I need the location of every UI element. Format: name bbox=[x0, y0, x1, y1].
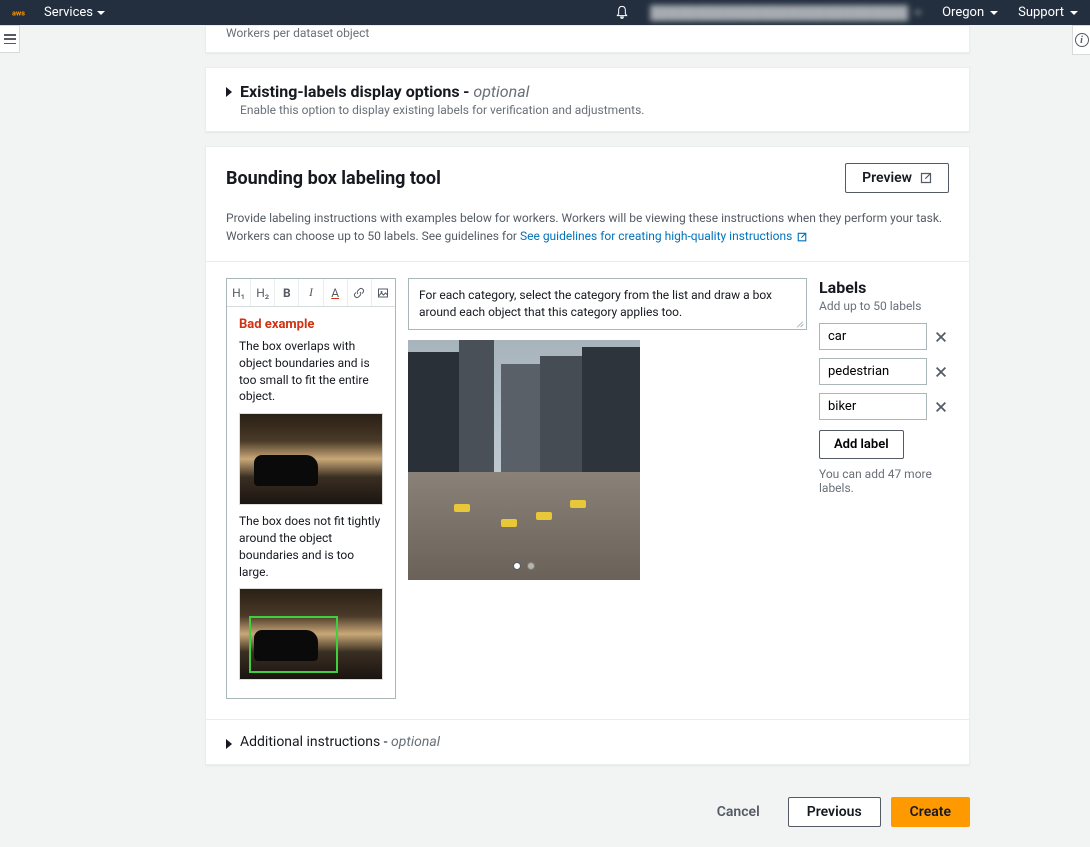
existing-labels-sub: Enable this option to display existing l… bbox=[240, 103, 644, 117]
previous-button[interactable]: Previous bbox=[788, 797, 881, 827]
svg-text:aws: aws bbox=[12, 8, 25, 17]
toolbar-italic[interactable]: I bbox=[299, 279, 323, 306]
label-input-2[interactable] bbox=[819, 358, 927, 385]
toolbar-link[interactable] bbox=[348, 279, 372, 306]
bad-example-text-1: The box overlaps with object boundaries … bbox=[239, 338, 383, 405]
labels-column: Labels Add up to 50 labels bbox=[819, 278, 949, 699]
remove-label-button[interactable] bbox=[933, 364, 949, 380]
labels-title: Labels bbox=[819, 278, 949, 297]
bbox-description: Provide labeling instructions with examp… bbox=[206, 209, 969, 261]
resize-handle[interactable] bbox=[794, 317, 804, 327]
examples-editor: H₁ H₂ B I A Bad example bbox=[226, 278, 396, 699]
link-icon bbox=[353, 287, 365, 299]
services-dropdown[interactable]: Services bbox=[44, 5, 105, 20]
label-row bbox=[819, 323, 949, 350]
label-row bbox=[819, 393, 949, 420]
add-label-button[interactable]: Add label bbox=[819, 430, 904, 459]
image-icon bbox=[377, 287, 389, 299]
example-image-1 bbox=[239, 413, 383, 505]
guidelines-link[interactable]: See guidelines for creating high-quality… bbox=[520, 229, 807, 243]
toolbar-color[interactable]: A bbox=[324, 279, 348, 306]
close-icon bbox=[934, 330, 948, 344]
close-icon bbox=[934, 400, 948, 414]
editor-toolbar: H₁ H₂ B I A bbox=[227, 279, 395, 307]
sidebar-toggle[interactable] bbox=[0, 25, 20, 53]
toolbar-bold[interactable]: B bbox=[275, 279, 299, 306]
example-image-2 bbox=[239, 588, 383, 680]
bell-icon[interactable] bbox=[614, 5, 630, 21]
existing-labels-panel: Existing-labels display options - option… bbox=[205, 67, 970, 132]
preview-label: Preview bbox=[862, 170, 912, 186]
external-link-icon bbox=[797, 232, 807, 242]
caret-down-icon bbox=[914, 11, 922, 15]
expand-caret-icon[interactable] bbox=[226, 739, 232, 749]
footer-actions: Cancel Previous Create bbox=[205, 785, 970, 847]
label-row bbox=[819, 358, 949, 385]
account-dropdown[interactable]: ████████████████████████████ bbox=[650, 5, 922, 21]
preview-image[interactable] bbox=[408, 340, 640, 580]
toolbar-h2[interactable]: H₂ bbox=[251, 279, 275, 306]
caret-down-icon bbox=[97, 11, 105, 15]
bad-example-heading: Bad example bbox=[239, 317, 383, 332]
caret-down-icon bbox=[1070, 11, 1078, 15]
create-button[interactable]: Create bbox=[891, 797, 970, 827]
additional-instructions-title: Additional instructions - optional bbox=[240, 734, 440, 750]
carousel-dot-2[interactable] bbox=[527, 562, 535, 570]
close-icon bbox=[934, 365, 948, 379]
aws-logo-icon: aws bbox=[12, 5, 28, 21]
account-label: ████████████████████████████ bbox=[650, 5, 908, 21]
remove-label-button[interactable] bbox=[933, 399, 949, 415]
labels-subtitle: Add up to 50 labels bbox=[819, 299, 949, 313]
carousel-dots bbox=[513, 562, 535, 570]
preview-button[interactable]: Preview bbox=[845, 163, 949, 193]
expand-caret-icon[interactable] bbox=[226, 87, 232, 97]
cancel-button[interactable]: Cancel bbox=[699, 797, 778, 827]
info-icon: i bbox=[1075, 33, 1089, 47]
label-input-1[interactable] bbox=[819, 323, 927, 350]
label-input-3[interactable] bbox=[819, 393, 927, 420]
carousel-dot-1[interactable] bbox=[513, 562, 521, 570]
bbox-title: Bounding box labeling tool bbox=[226, 168, 441, 189]
workers-panel-tail: Workers per dataset object bbox=[205, 25, 970, 53]
bad-example-text-2: The box does not fit tightly around the … bbox=[239, 513, 383, 580]
top-nav: aws Services ███████████████████████████… bbox=[0, 0, 1090, 25]
toolbar-image[interactable] bbox=[372, 279, 395, 306]
workers-per-object-label: Workers per dataset object bbox=[206, 26, 969, 52]
region-dropdown[interactable]: Oregon bbox=[942, 5, 998, 20]
support-dropdown[interactable]: Support bbox=[1018, 5, 1078, 20]
toolbar-h1[interactable]: H₁ bbox=[227, 279, 251, 306]
external-link-icon bbox=[920, 172, 932, 184]
info-panel-toggle[interactable]: i bbox=[1072, 25, 1090, 55]
caret-down-icon bbox=[990, 11, 998, 15]
editor-content[interactable]: Bad example The box overlaps with object… bbox=[227, 307, 395, 698]
existing-labels-title: Existing-labels display options - option… bbox=[240, 82, 644, 101]
region-label: Oregon bbox=[942, 5, 984, 20]
hamburger-icon bbox=[4, 34, 16, 44]
services-label: Services bbox=[44, 5, 93, 20]
bbox-panel: Bounding box labeling tool Preview Provi… bbox=[205, 146, 970, 765]
remove-label-button[interactable] bbox=[933, 329, 949, 345]
support-label: Support bbox=[1018, 5, 1064, 20]
instruction-textarea[interactable]: For each category, select the category f… bbox=[408, 278, 807, 330]
aws-logo[interactable]: aws bbox=[12, 5, 28, 21]
labels-remaining: You can add 47 more labels. bbox=[819, 467, 949, 495]
